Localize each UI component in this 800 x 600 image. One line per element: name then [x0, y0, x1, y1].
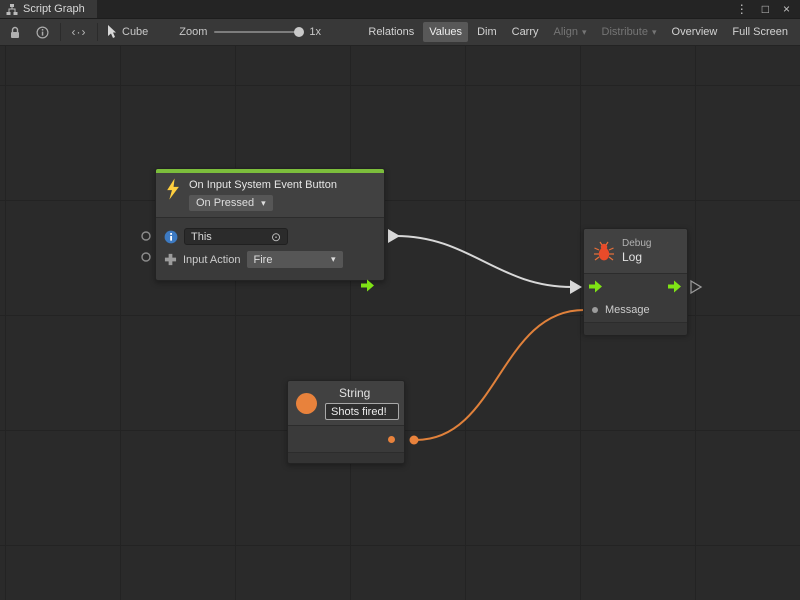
debug-node-category: Debug: [622, 238, 651, 249]
debug-flow-row: [584, 274, 687, 298]
target-picker-icon[interactable]: ⊙: [271, 231, 281, 243]
chevron-down-icon: ▾: [331, 255, 336, 264]
zoom-label: Zoom: [179, 26, 207, 38]
debug-node-footer: [584, 322, 687, 335]
debug-flow-out-port[interactable]: [691, 281, 701, 293]
tab-title: Script Graph: [23, 3, 85, 15]
titlebar: Script Graph ⋮ □ ×: [0, 0, 800, 18]
event-node-header: On Input System Event Button On Pressed …: [156, 173, 384, 217]
carry-button[interactable]: Carry: [506, 22, 545, 42]
input-action-row: Input Action Fire ▾: [164, 249, 376, 270]
info-icon[interactable]: [33, 26, 51, 39]
input-action-icon: [164, 253, 177, 266]
string-node[interactable]: String Shots fired!: [287, 380, 405, 464]
string-value-out-port[interactable]: [388, 436, 395, 443]
target-name: Cube: [122, 26, 148, 38]
message-label: Message: [605, 304, 650, 316]
event-mode-dropdown[interactable]: On Pressed ▾: [189, 195, 273, 211]
zoom-slider-handle[interactable]: [294, 27, 304, 37]
event-action-port[interactable]: [142, 253, 150, 261]
chevron-down-icon: ▾: [582, 28, 587, 37]
cursor-icon: [107, 25, 117, 39]
debug-node-header: Debug Log: [584, 229, 687, 273]
fullscreen-button[interactable]: Full Screen: [726, 22, 794, 42]
lightning-icon: [164, 178, 181, 200]
align-button[interactable]: Align ▾: [548, 22, 593, 42]
debug-node-title: Log: [622, 250, 651, 264]
string-value-field[interactable]: Shots fired!: [325, 403, 399, 420]
lock-icon[interactable]: [6, 26, 24, 39]
maximize-icon[interactable]: □: [762, 3, 769, 15]
distribute-button[interactable]: Distribute ▾: [596, 22, 663, 42]
relations-button[interactable]: Relations: [362, 22, 420, 42]
this-info-icon: [164, 230, 178, 244]
toolbar-separator: [60, 23, 61, 41]
wire-string-value[interactable]: [416, 310, 584, 440]
event-node[interactable]: On Input System Event Button On Pressed …: [155, 168, 385, 281]
string-output-port[interactable]: [410, 436, 419, 445]
event-flow-out-port[interactable]: [361, 279, 375, 292]
input-action-dropdown[interactable]: Fire ▾: [247, 251, 343, 268]
debug-flow-in-port[interactable]: [589, 280, 603, 293]
event-node-body: This ⊙ Input Action Fire ▾: [156, 217, 384, 279]
wire-flow-start-arrow: [388, 229, 400, 243]
window-menu-icon[interactable]: ⋮: [736, 3, 748, 15]
this-row: This ⊙: [164, 226, 376, 247]
string-node-footer: [288, 452, 404, 463]
toolbar-separator: [97, 23, 98, 41]
zoom-control: Zoom 1x: [179, 26, 321, 38]
debug-node-body: Message: [584, 273, 687, 322]
string-node-body: [288, 425, 404, 452]
event-node-title: On Input System Event Button: [189, 178, 337, 191]
zoom-value: 1x: [309, 26, 321, 38]
debug-log-node[interactable]: Debug Log Message: [583, 228, 688, 334]
graph-icon: [6, 4, 18, 15]
chevron-down-icon: ▾: [652, 28, 657, 37]
code-view-icon[interactable]: ‹·›: [70, 25, 88, 39]
dim-button[interactable]: Dim: [471, 22, 503, 42]
this-object-field[interactable]: This ⊙: [184, 228, 288, 245]
event-this-port[interactable]: [142, 232, 150, 240]
debug-message-row: Message: [584, 298, 687, 322]
input-action-label: Input Action: [183, 254, 241, 266]
graph-target[interactable]: Cube: [107, 25, 148, 39]
message-input-port[interactable]: [592, 307, 598, 313]
bug-icon: [593, 241, 615, 262]
graph-canvas[interactable]: On Input System Event Button On Pressed …: [0, 46, 800, 600]
string-node-title: String: [325, 386, 399, 400]
values-button[interactable]: Values: [423, 22, 468, 42]
tab-script-graph[interactable]: Script Graph: [0, 0, 97, 18]
zoom-slider[interactable]: [214, 31, 302, 33]
wire-flow[interactable]: [396, 236, 572, 287]
debug-flow-out-arrow[interactable]: [668, 280, 682, 293]
string-node-header: String Shots fired!: [288, 381, 404, 425]
toolbar: ‹·› Cube Zoom 1x Relations Values Dim Ca…: [0, 18, 800, 46]
toolbar-buttons: Relations Values Dim Carry Align ▾ Distr…: [362, 22, 794, 42]
overview-button[interactable]: Overview: [666, 22, 724, 42]
chevron-down-icon: ▾: [261, 199, 266, 208]
wire-flow-end-arrow: [570, 280, 582, 294]
window-controls: ⋮ □ ×: [736, 0, 800, 18]
close-icon[interactable]: ×: [783, 3, 790, 15]
string-type-icon: [296, 393, 317, 414]
